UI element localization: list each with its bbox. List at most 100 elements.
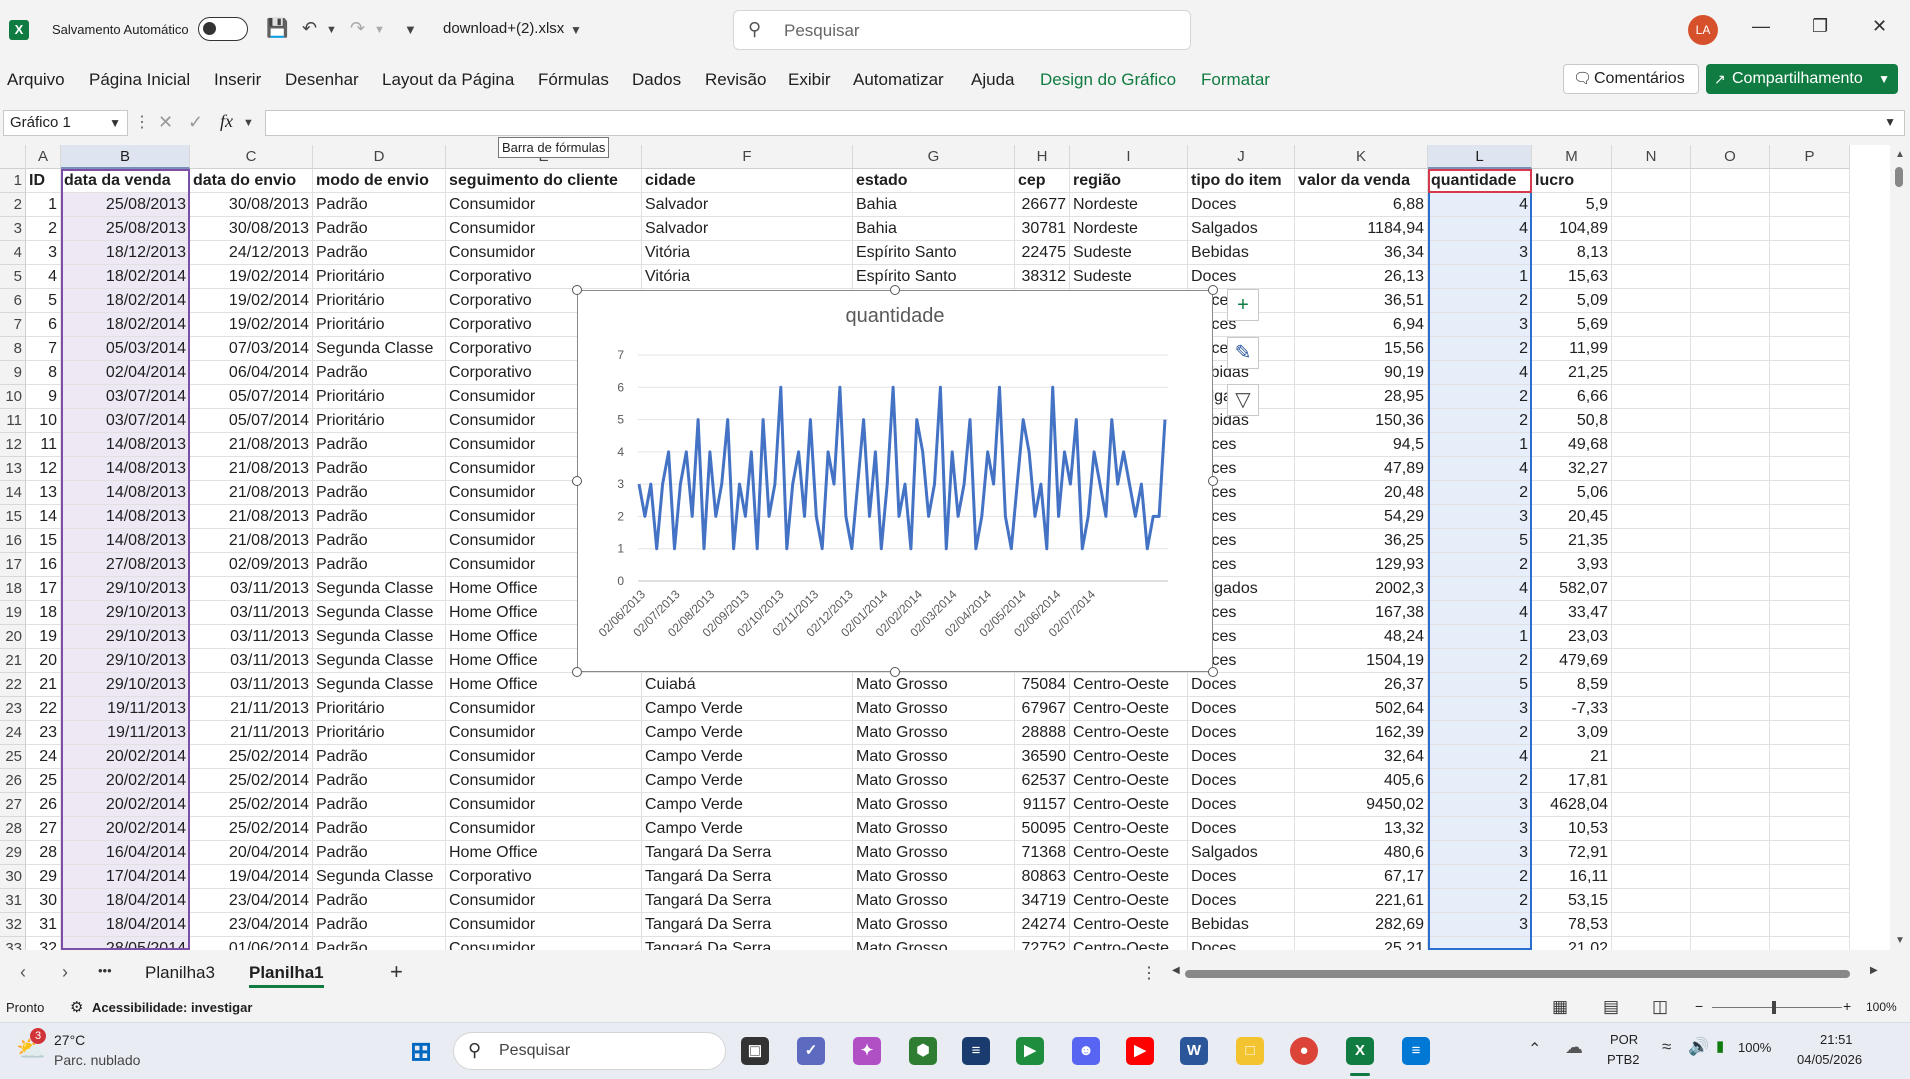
table-cell[interactable] — [1770, 481, 1850, 505]
table-cell[interactable]: 104,89 — [1532, 217, 1612, 241]
table-cell[interactable]: 03/07/2014 — [61, 409, 190, 433]
table-cell[interactable] — [1691, 577, 1770, 601]
table-cell[interactable]: 282,69 — [1295, 913, 1428, 937]
tray-chevron-icon[interactable]: ⌃ — [1528, 1039, 1541, 1059]
table-cell[interactable]: Campo Verde — [642, 745, 853, 769]
clock-time[interactable]: 21:51 — [1820, 1032, 1853, 1047]
table-cell[interactable]: Bebidas — [1188, 913, 1295, 937]
row-header[interactable]: 22 — [0, 673, 26, 697]
table-cell[interactable]: 2 — [26, 217, 61, 241]
table-cell[interactable]: 20 — [26, 649, 61, 673]
table-cell[interactable]: 24274 — [1015, 913, 1070, 937]
comments-button[interactable]: 🗨 Comentários — [1563, 64, 1699, 94]
table-cell[interactable]: 17 — [26, 577, 61, 601]
table-cell[interactable]: Salvador — [642, 217, 853, 241]
table-cell[interactable]: Tangará Da Serra — [642, 841, 853, 865]
chart-elements-button[interactable]: + — [1227, 289, 1259, 321]
table-cell[interactable]: 24/12/2013 — [190, 241, 313, 265]
weather-temp[interactable]: 27°C — [54, 1032, 85, 1048]
table-cell[interactable]: 03/11/2013 — [190, 625, 313, 649]
menu-ajuda[interactable]: Ajuda — [971, 70, 1014, 90]
column-header[interactable]: A — [26, 145, 61, 169]
table-cell[interactable]: 18/12/2013 — [61, 241, 190, 265]
next-sheet-icon[interactable]: › — [62, 962, 68, 983]
table-cell[interactable] — [1612, 937, 1691, 950]
table-cell[interactable]: 21/08/2013 — [190, 433, 313, 457]
table-cell[interactable]: 3 — [1428, 841, 1532, 865]
table-cell[interactable] — [1691, 193, 1770, 217]
row-header[interactable]: 15 — [0, 505, 26, 529]
table-cell[interactable]: 02/09/2013 — [190, 553, 313, 577]
resize-handle-tl[interactable] — [572, 285, 582, 295]
table-cell[interactable] — [1612, 913, 1691, 937]
table-cell[interactable]: Salgados — [1188, 841, 1295, 865]
table-cell[interactable]: Consumidor — [446, 241, 642, 265]
table-cell[interactable]: Mato Grosso — [853, 721, 1015, 745]
table-cell[interactable]: Bahia — [853, 217, 1015, 241]
table-cell[interactable]: Mato Grosso — [853, 769, 1015, 793]
table-cell[interactable] — [1612, 457, 1691, 481]
menu-exibir[interactable]: Exibir — [788, 70, 831, 90]
table-cell[interactable]: 49,68 — [1532, 433, 1612, 457]
table-cell[interactable] — [1612, 409, 1691, 433]
undo-dropdown-chevron-icon[interactable]: ▼ — [326, 24, 337, 36]
table-cell[interactable]: 17,81 — [1532, 769, 1612, 793]
tab-planilha1[interactable]: Planilha1 — [249, 963, 324, 988]
table-cell[interactable]: Campo Verde — [642, 697, 853, 721]
table-cell[interactable] — [1612, 625, 1691, 649]
table-cell[interactable] — [1691, 529, 1770, 553]
table-cell[interactable]: 30 — [26, 889, 61, 913]
table-cell[interactable]: Tangará Da Serra — [642, 913, 853, 937]
header-cell[interactable]: data do envio — [190, 169, 313, 193]
table-cell[interactable]: 10,53 — [1532, 817, 1612, 841]
share-button[interactable]: ↗ Compartilhamento ▼ — [1706, 64, 1898, 94]
table-cell[interactable] — [1612, 721, 1691, 745]
table-cell[interactable]: 32 — [26, 937, 61, 950]
table-cell[interactable]: Mato Grosso — [853, 937, 1015, 950]
table-cell[interactable]: Doces — [1188, 697, 1295, 721]
table-cell[interactable]: Vitória — [642, 241, 853, 265]
table-cell[interactable]: Campo Verde — [642, 769, 853, 793]
row-header[interactable]: 2 — [0, 193, 26, 217]
table-cell[interactable]: 29/10/2013 — [61, 673, 190, 697]
table-cell[interactable]: 162,39 — [1295, 721, 1428, 745]
clock-date[interactable]: 04/05/2026 — [1797, 1052, 1862, 1067]
table-cell[interactable] — [1612, 769, 1691, 793]
table-cell[interactable] — [1770, 553, 1850, 577]
table-cell[interactable]: 19/02/2014 — [190, 313, 313, 337]
menu-formatar[interactable]: Formatar — [1201, 70, 1270, 90]
table-cell[interactable]: 20/02/2014 — [61, 745, 190, 769]
menu-automatizar[interactable]: Automatizar — [853, 70, 944, 90]
table-cell[interactable] — [1770, 529, 1850, 553]
table-cell[interactable] — [1612, 217, 1691, 241]
table-cell[interactable]: 16/04/2014 — [61, 841, 190, 865]
table-cell[interactable] — [1691, 673, 1770, 697]
name-box-chevron-icon[interactable]: ▼ — [109, 111, 121, 135]
table-cell[interactable]: 8,59 — [1532, 673, 1612, 697]
table-cell[interactable]: Prioritário — [313, 313, 446, 337]
table-cell[interactable]: Segunda Classe — [313, 673, 446, 697]
table-cell[interactable]: 24 — [26, 745, 61, 769]
table-cell[interactable]: 25/08/2013 — [61, 217, 190, 241]
table-cell[interactable] — [1612, 433, 1691, 457]
table-cell[interactable] — [1691, 721, 1770, 745]
table-cell[interactable]: Centro-Oeste — [1070, 673, 1188, 697]
meet-icon[interactable]: ▶ — [1016, 1037, 1044, 1065]
table-cell[interactable]: 19/02/2014 — [190, 265, 313, 289]
table-cell[interactable]: 26,13 — [1295, 265, 1428, 289]
more-sheets-icon[interactable]: ••• — [98, 963, 112, 978]
table-cell[interactable]: 30781 — [1015, 217, 1070, 241]
table-cell[interactable]: Centro-Oeste — [1070, 793, 1188, 817]
resize-handle-r[interactable] — [1208, 476, 1218, 486]
table-cell[interactable] — [1691, 865, 1770, 889]
table-cell[interactable] — [1691, 817, 1770, 841]
table-cell[interactable]: Doces — [1188, 193, 1295, 217]
table-cell[interactable] — [1770, 289, 1850, 313]
table-cell[interactable]: Prioritário — [313, 697, 446, 721]
zoom-out-icon[interactable]: − — [1695, 998, 1703, 1014]
table-cell[interactable]: 36,51 — [1295, 289, 1428, 313]
row-header[interactable]: 7 — [0, 313, 26, 337]
table-cell[interactable] — [1612, 889, 1691, 913]
table-cell[interactable] — [1612, 817, 1691, 841]
table-cell[interactable]: 14/08/2013 — [61, 457, 190, 481]
